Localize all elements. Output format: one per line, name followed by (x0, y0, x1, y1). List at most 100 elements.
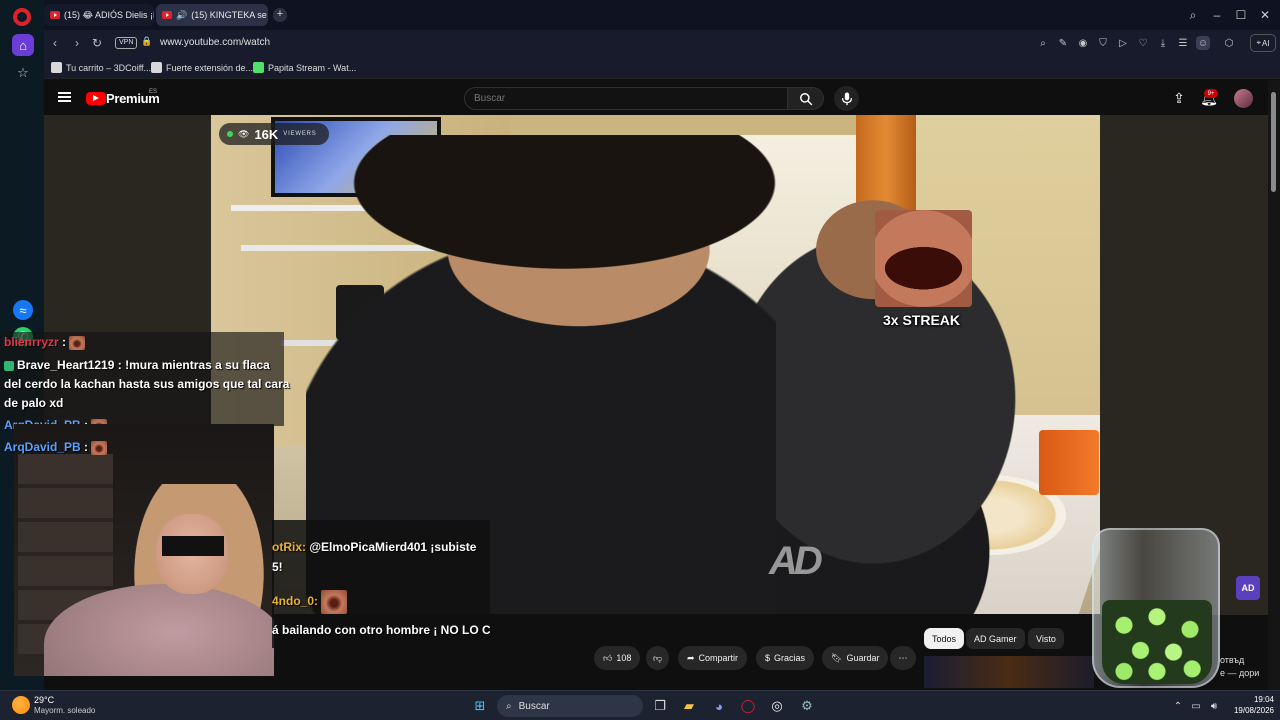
chat-message: ArqDavid_PB : (4, 438, 108, 457)
windows-start-icon[interactable]: ⊞ (470, 696, 490, 716)
reload-icon[interactable]: ↻ (88, 34, 106, 52)
microphone-icon (841, 91, 852, 105)
chat-username: 4ndo_0: (272, 594, 319, 609)
save-button[interactable]: 🔖︎ Guardar (822, 646, 889, 670)
stream-chat-overlay-2: otRix: @ElmoPicaMierd401 ¡subiste 5! 4nd… (272, 520, 490, 648)
chat-username: otRix: (272, 540, 306, 554)
tab-label: (15) KINGTEKA se ente (191, 10, 268, 20)
opera-logo-icon[interactable] (13, 8, 31, 26)
save-icon: 🔖︎ (831, 652, 843, 663)
chat-separator: : (58, 335, 67, 349)
close-button[interactable]: ✕ (1256, 6, 1274, 24)
heart-icon[interactable]: ♡ (1136, 36, 1150, 50)
bookmark-item[interactable]: Fuerte extensión de... (151, 60, 253, 75)
play-icon[interactable]: ▷ (1116, 36, 1130, 50)
tip-jar-contents (1102, 600, 1212, 684)
maximize-button[interactable]: ☐ (1232, 6, 1250, 24)
clock-date[interactable]: 19/08/2026 (1226, 706, 1274, 715)
download-icon[interactable]: ⤓ (1156, 36, 1170, 50)
bookmark-favicon-icon (253, 62, 264, 73)
obs-icon[interactable]: ◎ (767, 696, 787, 716)
windows-taskbar: 29°C Mayorm. soleado ⊞ ⌕ Buscar ❐ ▰ ◕ ◯ … (0, 690, 1280, 720)
file-explorer-icon[interactable]: ▰ (679, 696, 699, 716)
star-icon[interactable]: ☆ (12, 62, 34, 84)
task-view-icon[interactable]: ❐ (650, 696, 670, 716)
chat-message: 4ndo_0: (272, 590, 348, 614)
zoom-icon[interactable]: ⌕ (1036, 36, 1050, 50)
chat-message: del cerdo la kachan hasta sus amigos que… (4, 377, 290, 391)
chip-all[interactable]: Todos (924, 628, 965, 649)
ai-button[interactable]: ⌖ AI (1250, 34, 1276, 52)
emote-icon (91, 440, 108, 455)
volume-icon[interactable]: 🔊︎ (1204, 696, 1224, 716)
chat-message: de palo xd (4, 396, 64, 410)
profile-icon[interactable]: ☺ (1196, 36, 1210, 50)
chat-separator: : (114, 358, 126, 372)
recommended-title[interactable]: отвъд е — дори (1220, 654, 1259, 680)
youtube-favicon-icon (50, 11, 60, 19)
tab-kingteka[interactable]: 🔊 (15) KINGTEKA se ente (156, 4, 268, 26)
taskbar-search[interactable]: ⌕ Buscar (497, 695, 643, 717)
upload-icon[interactable]: ⇪ (1170, 89, 1188, 107)
weather-description[interactable]: Mayorm. soleado (34, 706, 95, 715)
avatar[interactable] (1234, 89, 1253, 108)
opera-taskbar-icon[interactable]: ◯ (738, 696, 758, 716)
menu-icon[interactable]: ☰ (1176, 36, 1190, 50)
thanks-icon: $ (765, 653, 771, 663)
tab-label: (15) 😂 ADIÓS Dielis ¡FE (64, 9, 154, 20)
lock-icon[interactable]: 🔒 (141, 36, 152, 47)
messenger-icon[interactable]: ≈ (13, 300, 33, 320)
youtube-logo-icon[interactable] (86, 92, 106, 105)
like-button[interactable]: 👍︎ 108 (594, 646, 641, 670)
tab-search-icon[interactable]: ⌕ (1184, 6, 1202, 24)
streak-label: 3x STREAK (883, 312, 961, 328)
weather-sun-icon[interactable] (12, 696, 30, 714)
chat-username: ArqDavid_PB (4, 440, 81, 454)
tip-jar-overlay (1092, 528, 1220, 688)
edit-icon[interactable]: ✎ (1056, 36, 1070, 50)
live-dot-icon (227, 131, 233, 137)
voice-search-button[interactable] (834, 86, 859, 111)
chip-ad-gamer[interactable]: AD Gamer (966, 628, 1025, 649)
bookmark-item[interactable]: Papita Stream - Wat... (253, 60, 356, 75)
viewers-counter: 👁 16K VIEWERS (219, 123, 329, 145)
new-tab-button[interactable]: + (273, 8, 287, 22)
chat-badge-icon (4, 360, 14, 371)
weather-temperature[interactable]: 29°C (34, 695, 54, 705)
bookmark-item[interactable]: Tu carrito – 3DCoiff... (51, 60, 151, 75)
dislike-button[interactable]: 👎︎ (646, 646, 670, 670)
region-label: ES (149, 89, 158, 95)
back-icon[interactable]: ‹ (46, 34, 64, 52)
discord-icon[interactable]: ◕ (709, 696, 729, 716)
tab-adios-dielis[interactable]: (15) 😂 ADIÓS Dielis ¡FE (44, 4, 154, 26)
tray-chevron-icon[interactable]: ⌃ (1168, 696, 1188, 716)
scrollbar-thumb[interactable] (1271, 92, 1276, 192)
save-label: Guardar (846, 653, 880, 663)
home-icon[interactable]: ⌂ (12, 34, 34, 56)
chat-message: á bailando con otro hombre ¡ NO LO CREE … (272, 623, 490, 637)
bookmark-label: Papita Stream - Wat... (268, 62, 357, 73)
camera-icon[interactable]: ◉ (1076, 36, 1090, 50)
chip-watched[interactable]: Visto (1028, 628, 1064, 649)
clock-time[interactable]: 19:04 (1240, 695, 1274, 704)
youtube-header: Premium ES ⇪ 🔔︎ 9+ (44, 80, 1268, 116)
hamburger-menu-icon[interactable] (58, 92, 71, 102)
thanks-button[interactable]: $ Gracias (756, 646, 815, 670)
search-button[interactable] (788, 87, 824, 110)
share-button[interactable]: ➦ Compartir (678, 646, 748, 670)
recommended-title-line: отвъд (1220, 655, 1245, 665)
minimize-button[interactable]: – (1208, 6, 1226, 24)
vpn-badge[interactable]: VPN (115, 37, 138, 49)
network-icon[interactable]: ▭ (1186, 696, 1206, 716)
more-button[interactable]: ⋯ (890, 646, 916, 670)
forward-icon[interactable]: › (68, 34, 86, 52)
settings-gear-icon[interactable]: ⚙ (797, 696, 817, 716)
chat-text: !mura mientras a su flaca (125, 358, 270, 372)
url-text[interactable]: www.youtube.com/watch (160, 37, 270, 48)
extensions-icon[interactable]: ⬡ (1222, 36, 1236, 50)
shield-icon[interactable]: ⛉ (1096, 36, 1110, 50)
recommended-thumbnail[interactable] (924, 656, 1094, 688)
chat-username: Brave_Heart1219 (17, 358, 115, 372)
streamer-webcam (14, 424, 274, 676)
youtube-search-input[interactable] (464, 87, 788, 110)
